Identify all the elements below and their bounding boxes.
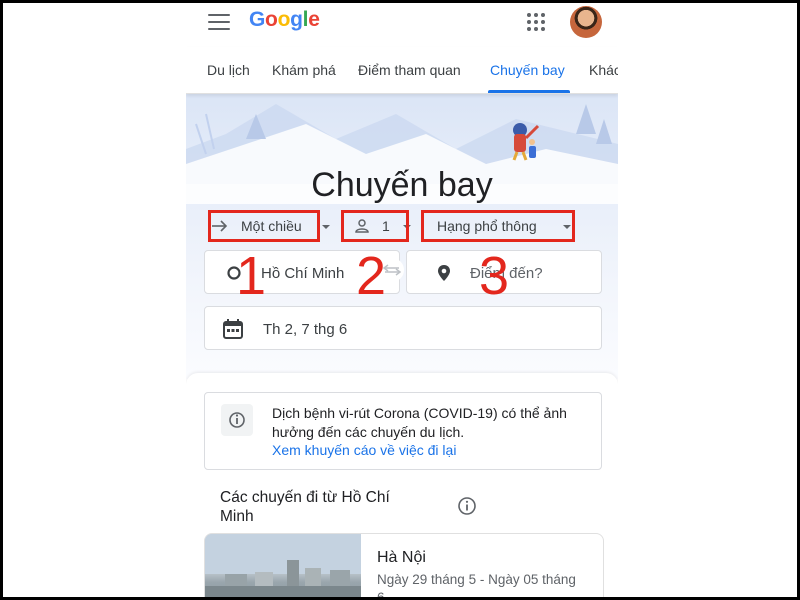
flights-hero: Chuyến bay Một chiều 1 Hạng phổ thông Hồ… [186, 94, 618, 379]
trip-type-select[interactable]: Một chiều [208, 211, 338, 241]
category-tabs: Du lịch Khám phá Điểm tham quan Chuyến b… [186, 47, 618, 94]
person-icon [355, 219, 369, 233]
passenger-count: 1 [382, 218, 390, 234]
travel-advisory-link[interactable]: Xem khuyến cáo về việc đi lại [272, 442, 456, 458]
cabin-class-label: Hạng phổ thông [437, 218, 537, 234]
calendar-icon [223, 319, 243, 339]
chevron-down-icon [563, 225, 571, 229]
tab-diem-tham-quan[interactable]: Điểm tham quan [358, 62, 461, 78]
logo-letter: g [290, 8, 303, 31]
mobile-viewport: Google Du lịch Khám phá Điểm tham quan C… [186, 3, 618, 597]
departure-date-value: Th 2, 7 thg 6 [263, 321, 348, 338]
step-number-1: 1 [236, 246, 267, 306]
covid-notice: Dịch bệnh vi-rút Corona (COVID-19) có th… [204, 392, 602, 470]
trip-type-label: Một chiều [241, 218, 302, 234]
top-app-bar: Google [186, 3, 618, 47]
user-avatar[interactable] [570, 6, 602, 38]
content-card: Dịch bệnh vi-rút Corona (COVID-19) có th… [186, 373, 618, 597]
city-photo [205, 534, 361, 597]
tab-chuyen-bay[interactable]: Chuyến bay [490, 62, 565, 78]
origin-value: Hồ Chí Minh [261, 265, 345, 282]
hamburger-menu-icon[interactable] [208, 14, 230, 30]
screenshot-frame: Google Du lịch Khám phá Điểm tham quan C… [3, 3, 797, 597]
tab-du-lich[interactable]: Du lịch [207, 62, 250, 78]
chevron-down-icon [322, 225, 330, 229]
logo-letter: G [249, 8, 266, 31]
google-logo[interactable]: Google [249, 8, 320, 32]
logo-letter: o [277, 8, 291, 31]
info-icon [221, 404, 253, 436]
apps-grid-icon[interactable] [527, 13, 545, 31]
tab-kham-pha[interactable]: Khám phá [272, 62, 336, 78]
cabin-class-select[interactable]: Hạng phổ thông [421, 211, 576, 241]
section-title: Các chuyến đi từ Hồ Chí Minh [220, 489, 390, 525]
tab-khac[interactable]: Khác [589, 62, 618, 78]
destination-dates: Ngày 29 tháng 5 - Ngày 05 tháng 6 [377, 572, 576, 597]
destination-name: Hà Nội [377, 549, 426, 566]
page-title: Chuyến bay [311, 166, 493, 204]
info-icon[interactable] [457, 496, 477, 516]
passenger-count-select[interactable]: 1 [341, 211, 411, 241]
chevron-down-icon [403, 225, 411, 229]
destination-card[interactable]: Hà Nội Ngày 29 tháng 5 - Ngày 05 tháng 6 [204, 533, 604, 597]
notice-text: Dịch bệnh vi-rút Corona (COVID-19) có th… [272, 405, 567, 440]
logo-letter: e [308, 8, 320, 31]
step-number-3: 3 [479, 246, 510, 306]
departure-date-input[interactable]: Th 2, 7 thg 6 [204, 306, 602, 350]
active-tab-indicator [488, 90, 570, 93]
step-number-2: 2 [356, 246, 387, 306]
arrow-right-icon [212, 220, 228, 232]
location-pin-icon [438, 265, 450, 281]
logo-letter: o [265, 8, 278, 31]
